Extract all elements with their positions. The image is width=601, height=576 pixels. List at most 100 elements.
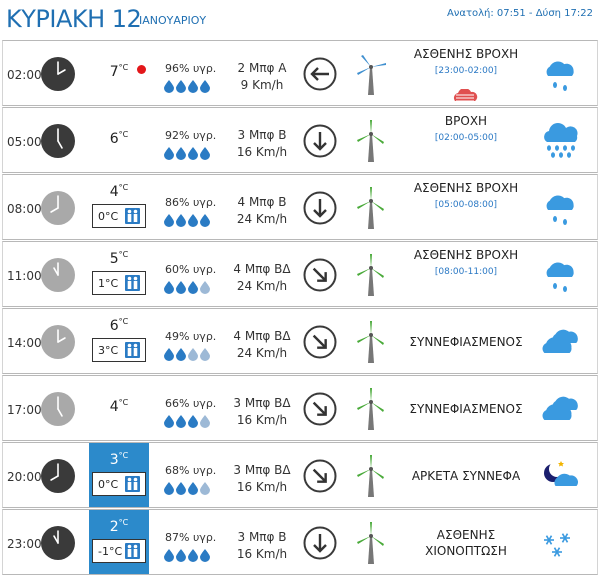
temperature-cell: 2°C -1°C (89, 510, 149, 574)
down-right-arrow-icon (303, 325, 337, 359)
time-label: 14:00 (7, 336, 42, 350)
wind-speed: 24 Km/h (236, 279, 288, 293)
condition-time-range: [23:00-02:00] (434, 66, 498, 76)
down-arrow-icon (303, 191, 337, 225)
humidity-drops-icon (163, 214, 213, 227)
condition: ΑΣΘΕΝΗΣ ΒΡΟΧΗ [05:00-08:00] (401, 180, 531, 213)
degree-unit: °C (118, 130, 129, 139)
feels-like-box: 0°C (92, 472, 146, 496)
degree-unit: °C (118, 451, 129, 460)
temperature-value: 5 (109, 251, 119, 267)
wind-speed: 9 Km/h (240, 78, 284, 92)
condition-label: ΑΡΚΕΤΑ ΣΥΝΝΕΦΑ (411, 469, 521, 483)
forecast-row: 08:00 4°C 0°C 86% υγρ. 4 Μπφ Β 24 Km/h ΑΣΘΕΝΗΣ… (2, 174, 598, 240)
feels-like-value: 0°C (98, 478, 119, 491)
condition: ΑΡΚΕΤΑ ΣΥΝΝΕΦΑ (401, 468, 531, 484)
feels-like-value: 0°C (98, 210, 119, 223)
wind-beaufort: 3 Μπφ Β (237, 530, 287, 544)
wind-turbine-icon (353, 522, 389, 564)
feels-like-box: 1°C (92, 271, 146, 295)
temperature-value: 6 (109, 131, 119, 147)
temperature-value: 6 (109, 318, 119, 334)
wind-speed: 24 Km/h (236, 212, 288, 226)
humidity-label: 96% υγρ. (165, 62, 217, 75)
condition-label: ΣΥΝΝΕΦΙΑΣΜΕΝΟΣ (409, 402, 523, 416)
clock-icon (40, 324, 76, 360)
wind-turbine-icon (353, 455, 389, 497)
temperature-cell: 6°C (89, 108, 149, 172)
temperature-cell: 3°C 0°C (89, 443, 149, 507)
condition: ΣΥΝΝΕΦΙΑΣΜΕΝΟΣ (401, 401, 531, 417)
down-arrow-icon (303, 124, 337, 158)
down-right-arrow-icon (303, 258, 337, 292)
humidity-drops-icon (163, 348, 213, 361)
temperature-value: 4 (109, 399, 119, 415)
wind-info: 3 Μπφ ΒΔ 16 Km/h (225, 395, 299, 429)
down-right-arrow-icon (303, 459, 337, 493)
wind-beaufort: 4 Μπφ ΒΔ (233, 329, 291, 343)
degree-unit: °C (118, 63, 129, 72)
humidity-drops-icon (163, 147, 213, 160)
people-icon (125, 476, 140, 492)
temperature-cell: 5°C 1°C (89, 242, 149, 306)
clock-icon (40, 56, 76, 92)
condition-label: ΑΣΘΕΝΗΣ ΧΙΟΝΟΠΤΩΣΗ (425, 528, 507, 558)
condition-label: ΒΡΟΧΗ (444, 114, 488, 128)
wind-beaufort: 3 Μπφ ΒΔ (233, 396, 291, 410)
wind-turbine-icon (353, 187, 389, 229)
temperature-cell: 6°C 3°C (89, 309, 149, 373)
time-label: 17:00 (7, 403, 42, 417)
wind-info: 3 Μπφ Β 16 Km/h (225, 127, 299, 161)
feels-like-box: 3°C (92, 338, 146, 362)
cloud-icon (539, 390, 583, 430)
month-label: ΙΑΝΟΥΑΡΙΟΥ (139, 14, 207, 27)
rain-icon (539, 122, 583, 162)
wind-turbine-icon (353, 53, 389, 95)
forecast-row: 14:00 6°C 3°C 49% υγρ. 4 Μπφ ΒΔ 24 Km/h ΣΥΝΝΕΦ… (2, 308, 598, 374)
time-label: 08:00 (7, 202, 42, 216)
temperature-cell: 4°C (89, 376, 149, 440)
light-rain-icon (539, 256, 583, 296)
humidity-drops-icon (163, 80, 213, 93)
time-label: 20:00 (7, 470, 42, 484)
humidity-label: 66% υγρ. (165, 397, 217, 410)
humidity-label: 86% υγρ. (165, 196, 217, 209)
temperature-value: 4 (109, 184, 119, 200)
wind-turbine-icon (353, 254, 389, 296)
people-icon (125, 543, 140, 559)
wind-speed: 16 Km/h (236, 145, 288, 159)
humidity-drops-icon (163, 549, 213, 562)
humidity-drops-icon (163, 415, 213, 428)
light-rain-icon (539, 55, 583, 95)
forecast-row: 17:00 4°C 66% υγρ. 3 Μπφ ΒΔ 16 Km/h ΣΥΝΝΕΦΙΑΣ… (2, 375, 598, 441)
forecast-row: 11:00 5°C 1°C 60% υγρ. 4 Μπφ ΒΔ 24 Km/h ΑΣΘΕΝΗ… (2, 241, 598, 307)
humidity-label: 68% υγρ. (165, 464, 217, 477)
alert-dot-icon (137, 65, 146, 74)
clock-icon (40, 391, 76, 427)
forecast-row: 02:00 7°C 96% υγρ. 2 Μπφ Α 9 Km/h ΑΣΘΕΝΗΣ ΒΡΟ… (2, 40, 598, 106)
snow-icon (539, 524, 583, 564)
condition: ΑΣΘΕΝΗΣ ΒΡΟΧΗ [08:00-11:00] (401, 247, 531, 280)
condition-time-range: [08:00-11:00] (434, 267, 498, 277)
temperature: 3°C (89, 451, 149, 468)
wind-beaufort: 3 Μπφ Β (237, 128, 287, 142)
wind-info: 3 Μπφ ΒΔ 16 Km/h (225, 462, 299, 496)
time-label: 11:00 (7, 269, 42, 283)
time-label: 23:00 (7, 537, 42, 551)
humidity-label: 92% υγρ. (165, 129, 217, 142)
condition: ΒΡΟΧΗ [02:00-05:00] (401, 113, 531, 146)
light-rain-icon (539, 189, 583, 229)
down-arrow-icon (303, 526, 337, 560)
cloud-cover-icon (452, 88, 478, 103)
condition-label: ΑΣΘΕΝΗΣ ΒΡΟΧΗ (413, 248, 519, 262)
humidity-drops-icon (163, 281, 213, 294)
feels-like-value: 3°C (98, 344, 119, 357)
humidity-label: 87% υγρ. (165, 531, 217, 544)
clock-icon (40, 123, 76, 159)
wind-beaufort: 3 Μπφ ΒΔ (233, 463, 291, 477)
condition-label: ΑΣΘΕΝΗΣ ΒΡΟΧΗ (413, 181, 519, 195)
temperature-value: 3 (109, 452, 119, 468)
degree-unit: °C (118, 398, 129, 407)
day-header: ΚΥΡΙΑΚΗ 12 ΙΑΝΟΥΑΡΙΟΥ Ανατολή: 07:51 - Δ… (0, 0, 601, 40)
forecast-row: 05:00 6°C 92% υγρ. 3 Μπφ Β 16 Km/h ΒΡΟΧΗ [02:0… (2, 107, 598, 173)
